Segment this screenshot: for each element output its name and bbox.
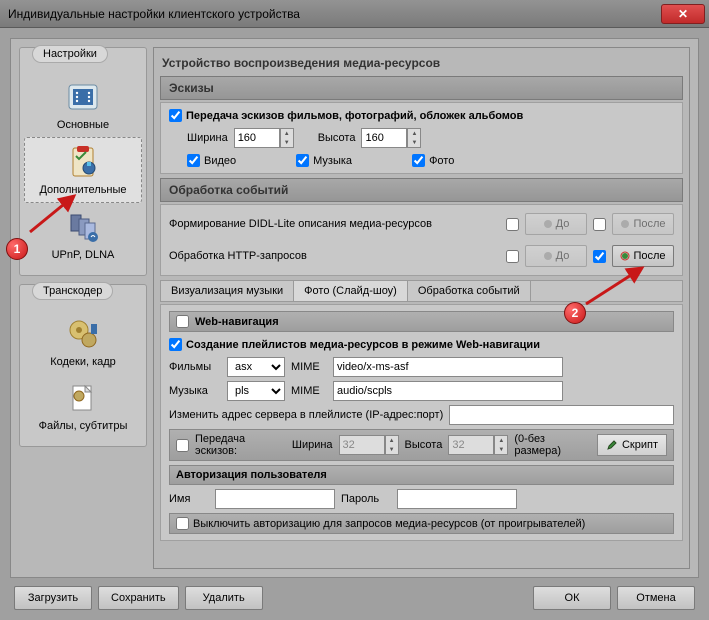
document-gear-icon: [63, 378, 103, 418]
thumb-height-field[interactable]: ▲▼: [361, 128, 421, 148]
nav-thumb-width[interactable]: [339, 435, 385, 455]
mime-label: MIME: [291, 385, 327, 397]
http-before-button: До: [525, 245, 587, 267]
webnav-header[interactable]: Web-навигация: [169, 311, 674, 332]
server-addr-input[interactable]: [449, 405, 674, 425]
music-mime-input[interactable]: [333, 381, 563, 401]
photo-checkbox[interactable]: Фото: [412, 154, 454, 167]
height-label: Высота: [318, 132, 356, 144]
nav-group-title: Транскодер: [32, 282, 113, 300]
gears-film-icon: [63, 314, 103, 354]
nav-thumb-height[interactable]: [448, 435, 494, 455]
music-ext-select[interactable]: pls: [227, 381, 285, 401]
close-button[interactable]: ✕: [661, 4, 705, 24]
tab-event-handling[interactable]: Обработка событий: [408, 281, 531, 301]
section-events: Обработка событий: [160, 178, 683, 202]
auth-pass-input[interactable]: [397, 489, 517, 509]
event-http-label: Обработка HTTP-запросов: [169, 250, 500, 262]
callout-1: 1: [6, 238, 28, 260]
delete-button[interactable]: Удалить: [185, 586, 263, 610]
window-title: Индивидуальные настройки клиентского уст…: [4, 7, 661, 21]
width-label: Ширина: [187, 132, 228, 144]
gear-icon: [543, 251, 553, 261]
http-before-checkbox[interactable]: [506, 250, 519, 263]
arrow-1-icon: [26, 190, 80, 236]
music-label: Музыка: [169, 385, 221, 397]
spin-down-icon[interactable]: ▼: [408, 138, 420, 147]
video-checkbox[interactable]: Видео: [187, 154, 236, 167]
disable-auth-checkbox[interactable]: Выключить авторизацию для запросов медиа…: [169, 513, 674, 534]
tab-photo-slideshow[interactable]: Фото (Слайд-шоу): [294, 281, 408, 301]
gear-icon: [620, 219, 630, 229]
script-button[interactable]: Скрипт: [597, 434, 667, 456]
clipboard-tools-icon: [63, 142, 103, 182]
nav-group-settings: Настройки Основные Дополнительные: [19, 47, 147, 276]
spin-down-icon[interactable]: ▼: [281, 138, 293, 147]
film-box-icon: [63, 77, 103, 117]
didl-before-button: До: [525, 213, 587, 235]
music-checkbox[interactable]: Музыка: [296, 154, 352, 167]
arrow-2-icon: [582, 264, 648, 308]
server-addr-label: Изменить адрес сервера в плейлисте (IP-а…: [169, 409, 443, 421]
sidebar-item-main[interactable]: Основные: [24, 73, 142, 137]
playlists-checkbox[interactable]: Создание плейлистов медиа-ресурсов в реж…: [169, 336, 674, 353]
didl-before-checkbox[interactable]: [506, 218, 519, 231]
sidebar-item-codecs[interactable]: Кодеки, кадр: [24, 310, 142, 374]
spin-up-icon[interactable]: ▲: [281, 129, 293, 138]
nav-group-title: Настройки: [32, 45, 108, 63]
event-didl-label: Формирование DIDL-Lite описания медиа-ре…: [169, 218, 500, 230]
thumb-transfer-checkbox[interactable]: [176, 439, 189, 452]
auth-header: Авторизация пользователя: [169, 465, 674, 485]
nav-group-transcoder: Транскодер Кодеки, кадр Файлы, субтитры: [19, 284, 147, 447]
thumbs-transfer-checkbox[interactable]: Передача эскизов фильмов, фотографий, об…: [169, 109, 674, 122]
mime-label: MIME: [291, 361, 327, 373]
sidebar: Настройки Основные Дополнительные: [19, 47, 147, 569]
gear-icon: [543, 219, 553, 229]
settings-panel: Устройство воспроизведения медиа-ресурсо…: [153, 47, 690, 569]
callout-2: 2: [564, 302, 586, 324]
didl-after-checkbox[interactable]: [593, 218, 606, 231]
pass-label: Пароль: [341, 493, 391, 505]
sidebar-item-files[interactable]: Файлы, субтитры: [24, 374, 142, 438]
thumb-transfer-row: Передача эскизов: Ширина ▲▼ Высота ▲▼ (0…: [169, 429, 674, 461]
pencil-icon: [606, 439, 618, 451]
load-button[interactable]: Загрузить: [14, 586, 92, 610]
ok-button[interactable]: ОК: [533, 586, 611, 610]
spin-up-icon[interactable]: ▲: [408, 129, 420, 138]
films-mime-input[interactable]: [333, 357, 563, 377]
titlebar: Индивидуальные настройки клиентского уст…: [0, 0, 709, 28]
save-button[interactable]: Сохранить: [98, 586, 179, 610]
films-label: Фильмы: [169, 361, 221, 373]
films-ext-select[interactable]: asx: [227, 357, 285, 377]
tab-music-vis[interactable]: Визуализация музыки: [161, 281, 294, 301]
http-after-checkbox[interactable]: [593, 250, 606, 263]
didl-after-button: После: [612, 213, 674, 235]
section-thumbnails: Эскизы: [160, 76, 683, 100]
auth-name-input[interactable]: [215, 489, 335, 509]
bottom-bar: Загрузить Сохранить Удалить ОК Отмена: [10, 586, 699, 610]
thumb-width-field[interactable]: ▲▼: [234, 128, 294, 148]
page-title: Устройство воспроизведения медиа-ресурсо…: [160, 52, 683, 74]
gear-icon: [620, 251, 630, 261]
name-label: Имя: [169, 493, 209, 505]
cancel-button[interactable]: Отмена: [617, 586, 695, 610]
